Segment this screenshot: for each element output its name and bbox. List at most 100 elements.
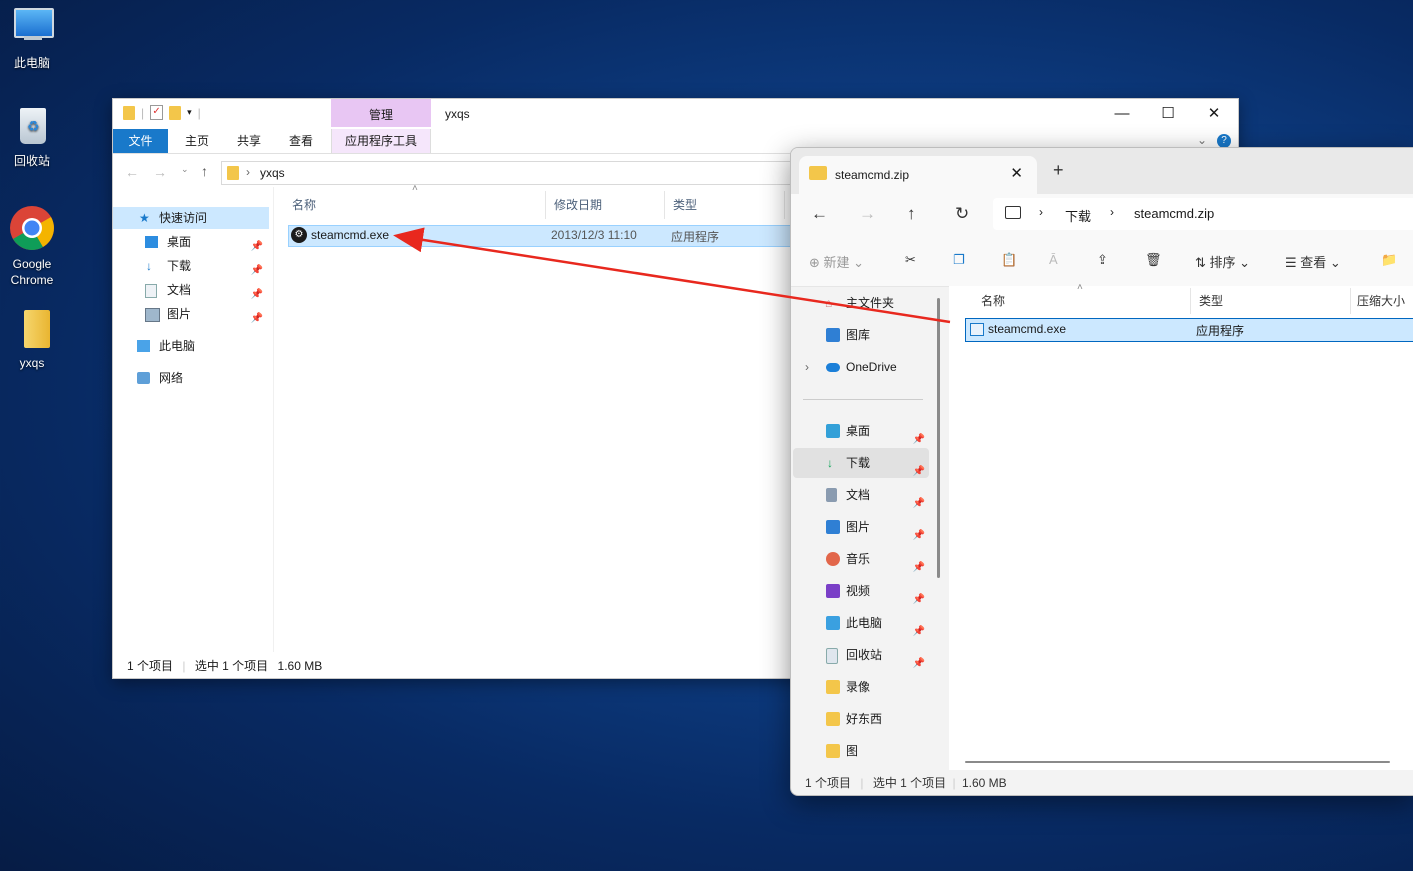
nav-desktop[interactable]: 桌面 📌 (113, 231, 269, 253)
folder-icon (123, 105, 135, 120)
chevron-right-icon[interactable]: › (805, 352, 809, 382)
breadcrumb-yxqs[interactable]: yxqs (260, 166, 285, 180)
nav-pictures[interactable]: 图片 📌 (113, 303, 269, 325)
up-icon[interactable]: ↑ (201, 163, 208, 179)
nav-pics-folder[interactable]: 图 (793, 736, 929, 766)
nav-good-stuff[interactable]: 好东西 (793, 704, 929, 734)
title-bar: | ✓ ▾ | 管理 yxqs — ☐ ✕ (113, 99, 1238, 129)
column-header-name[interactable]: 名称 (949, 288, 1191, 314)
nav-home[interactable]: ⌂ 主文件夹 (793, 288, 929, 318)
forward-icon[interactable]: → (859, 204, 876, 224)
maximize-button[interactable]: ☐ (1145, 99, 1191, 129)
status-selected: 选中 1 个项目 (194, 659, 269, 673)
nav-quick-access[interactable]: ★ 快速访问 (113, 207, 269, 229)
status-bar: 1 个项目 | 选中 1 个项目 1.60 MB (127, 659, 323, 673)
folder-icon (227, 166, 239, 180)
breadcrumb-separator-icon: › (1039, 205, 1043, 219)
back-icon[interactable]: ← (811, 204, 828, 224)
tab-home[interactable]: 主页 (177, 129, 217, 153)
breadcrumb-downloads[interactable]: 下载 (1065, 206, 1091, 225)
explorer-window-steamcmd-zip: steamcmd.zip ✕ + ← → ↑ ↻ › 下载 › steamcmd… (790, 147, 1413, 796)
nav-music[interactable]: 音乐 📌 (793, 544, 929, 574)
file-type: 应用程序 (671, 230, 720, 244)
tab-file[interactable]: 文件 (113, 129, 168, 153)
status-selected: 选中 1 个项目 (872, 776, 947, 790)
tab-view[interactable]: 查看 (281, 129, 321, 153)
nav-this-pc[interactable]: 此电脑 📌 (793, 608, 929, 638)
nav-recycle-bin[interactable]: 回收站 📌 (793, 640, 929, 670)
file-row-steamcmd[interactable]: ⚙ steamcmd.exe 2013/12/3 11:10 应用程序 (288, 225, 840, 247)
nav-downloads[interactable]: ↓ 下载 📌 (793, 448, 929, 478)
copy-icon[interactable]: ❐ (953, 252, 965, 268)
music-icon (826, 552, 840, 566)
help-icon[interactable]: ? (1217, 134, 1231, 148)
nav-gallery[interactable]: 图库 (793, 320, 929, 350)
file-row-steamcmd[interactable]: steamcmd.exe 应用程序 (965, 318, 1413, 342)
cut-icon[interactable]: ✂ (905, 252, 916, 268)
close-tab-icon[interactable]: ✕ (1010, 164, 1023, 182)
tab-steamcmd-zip[interactable]: steamcmd.zip ✕ (799, 156, 1037, 194)
expand-ribbon-icon[interactable]: ⌄ (1197, 133, 1207, 147)
nav-documents[interactable]: 文档 📌 (113, 279, 269, 301)
desktop-icon-this-pc[interactable]: 此电脑 (0, 6, 64, 71)
column-header-name[interactable]: 名称 (284, 191, 546, 219)
nav-network[interactable]: 网络 (113, 367, 269, 389)
up-icon[interactable]: ↑ (907, 204, 916, 224)
delete-icon[interactable]: 🗑 (1145, 252, 1162, 268)
properties-icon[interactable]: ✓ (150, 105, 164, 120)
nav-recordings[interactable]: 录像 (793, 672, 929, 702)
computer-icon (826, 616, 840, 630)
minimize-button[interactable]: — (1099, 99, 1145, 129)
desktop-icon-yxqs[interactable]: yxqs (0, 308, 64, 370)
new-tab-icon[interactable]: + (1053, 160, 1064, 181)
rename-icon[interactable]: Ā (1049, 252, 1058, 267)
nav-documents[interactable]: 文档 📌 (793, 480, 929, 510)
chevron-down-icon[interactable]: ▾ (187, 107, 192, 118)
gallery-icon (826, 328, 840, 342)
recent-chevron-icon[interactable]: ⌄ (181, 164, 189, 175)
horizontal-scrollbar[interactable] (965, 761, 1390, 763)
network-icon (137, 372, 150, 384)
nav-onedrive[interactable]: › OneDrive (793, 352, 929, 382)
view-button[interactable]: ☰ 查看 ⌄ (1285, 252, 1341, 271)
nav-pictures[interactable]: 图片 📌 (793, 512, 929, 542)
column-header-type[interactable]: 类型 (665, 191, 785, 219)
file-modified: 2013/12/3 11:10 (551, 228, 637, 242)
status-size: 1.60 MB (961, 776, 1007, 790)
nav-this-pc[interactable]: 此电脑 (113, 335, 269, 357)
desktop-icon-chrome[interactable]: Google Chrome (0, 204, 64, 288)
nav-downloads[interactable]: ↓ 下载 📌 (113, 255, 269, 277)
column-header-type[interactable]: 类型 (1191, 288, 1351, 314)
refresh-icon[interactable]: ↻ (955, 204, 969, 224)
folder-icon (826, 744, 840, 758)
manage-context-tab[interactable]: 管理 (331, 99, 431, 127)
navigation-pane: ⌂ 主文件夹 图库 › OneDrive 桌面 📌 ↓ 下载 📌 文档 📌 图片… (791, 286, 939, 770)
desktop-icon-label: Google Chrome (10, 257, 54, 287)
forward-icon[interactable]: → (153, 164, 167, 180)
desktop-icon (826, 424, 840, 438)
address-bar[interactable]: › yxqs (221, 161, 803, 185)
address-bar[interactable]: › 下载 › steamcmd.zip (993, 198, 1413, 230)
window-title: yxqs (445, 107, 470, 121)
nav-videos[interactable]: 视频 📌 (793, 576, 929, 606)
picture-icon (145, 308, 160, 322)
new-button[interactable]: ⊕ 新建 ⌄ (809, 252, 864, 271)
new-folder-icon[interactable] (169, 105, 182, 120)
nav-desktop[interactable]: 桌面 📌 (793, 416, 929, 446)
close-button[interactable]: ✕ (1191, 99, 1237, 129)
column-header-compressed-size[interactable]: 压缩大小 (1351, 288, 1413, 314)
column-header-modified[interactable]: 修改日期 (546, 191, 665, 219)
back-icon[interactable]: ← (125, 164, 139, 180)
extract-all-icon[interactable]: 📁 (1381, 252, 1397, 268)
desktop-icon-recycle-bin[interactable]: ♻ 回收站 (0, 104, 64, 169)
tab-app-tools[interactable]: 应用程序工具 (331, 129, 431, 153)
paste-icon[interactable]: 📋 (1001, 252, 1017, 268)
sort-button[interactable]: ⇅ 排序 ⌄ (1195, 252, 1250, 271)
tab-share[interactable]: 共享 (229, 129, 269, 153)
file-name: steamcmd.exe (311, 228, 390, 242)
nav-scrollbar[interactable] (937, 298, 940, 578)
pin-icon[interactable]: 📌 (251, 308, 263, 330)
share-icon[interactable]: ⇪ (1097, 252, 1108, 268)
command-bar: ⊕ 新建 ⌄ ✂ ❐ 📋 Ā ⇪ 🗑 ⇅ 排序 ⌄ ☰ 查看 ⌄ 📁 (791, 236, 1413, 287)
breadcrumb-steamcmd-zip[interactable]: steamcmd.zip (1134, 206, 1214, 221)
